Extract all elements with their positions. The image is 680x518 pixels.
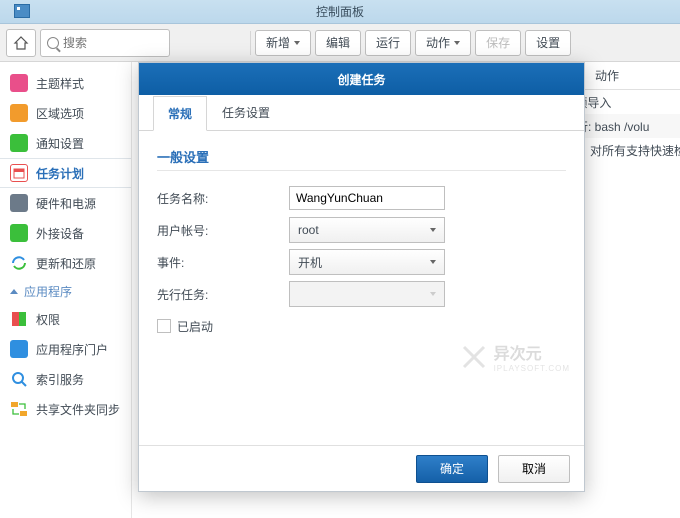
search-service-icon <box>11 371 27 387</box>
chevron-down-icon <box>430 228 436 232</box>
sidebar-group-apps[interactable]: 应用程序 <box>0 278 131 304</box>
tab-task-settings[interactable]: 任务设置 <box>207 95 285 130</box>
home-button[interactable] <box>6 29 36 57</box>
sidebar-item-external[interactable]: 外接设备 <box>0 218 131 248</box>
sidebar-item-privs[interactable]: 权限 <box>0 304 131 334</box>
enabled-checkbox[interactable] <box>157 319 171 333</box>
edit-button[interactable]: 编辑 <box>315 30 361 56</box>
table-header: 动作 <box>585 62 680 90</box>
chevron-down-icon <box>294 41 300 45</box>
sidebar: 主题样式 区域选项 通知设置 任务计划 硬件和电源 外接设备 更新和还原 应用程… <box>0 62 132 518</box>
sidebar-item-theme[interactable]: 主题样式 <box>0 68 131 98</box>
label-pretask: 先行任务: <box>157 286 289 303</box>
watermark-logo-icon <box>460 343 488 371</box>
dialog-footer: 确定 取消 <box>139 445 584 491</box>
sidebar-item-index[interactable]: 索引服务 <box>0 364 131 394</box>
sidebar-item-portal[interactable]: 应用程序门户 <box>0 334 131 364</box>
refresh-icon <box>10 254 28 272</box>
save-button[interactable]: 保存 <box>475 30 521 56</box>
pretask-select[interactable] <box>289 281 445 307</box>
sidebar-item-sharesync[interactable]: 共享文件夹同步 <box>0 394 131 424</box>
event-select[interactable]: 开机 <box>289 249 445 275</box>
label-task-name: 任务名称: <box>157 190 289 207</box>
app-icon <box>14 4 30 18</box>
dialog-tabs: 常规 任务设置 <box>139 95 584 131</box>
action-button[interactable]: 动作 <box>415 30 471 56</box>
watermark: 异次元 IPLAYSOFT.COM <box>460 340 570 373</box>
sidebar-item-hardware[interactable]: 硬件和电源 <box>0 188 131 218</box>
settings-button[interactable]: 设置 <box>525 30 571 56</box>
dialog-title: 创建任务 <box>139 63 584 95</box>
new-button[interactable]: 新增 <box>255 30 311 56</box>
sidebar-item-notify[interactable]: 通知设置 <box>0 128 131 158</box>
separator <box>250 31 251 55</box>
sidebar-item-update[interactable]: 更新和还原 <box>0 248 131 278</box>
search-icon <box>47 37 59 49</box>
label-event: 事件: <box>157 254 289 271</box>
col-action[interactable]: 动作 <box>585 67 680 84</box>
sidebar-item-region[interactable]: 区域选项 <box>0 98 131 128</box>
cancel-button[interactable]: 取消 <box>498 455 570 483</box>
chevron-down-icon <box>430 292 436 296</box>
section-title: 一般设置 <box>157 143 566 171</box>
dialog-body: 一般设置 任务名称: 用户帐号: root 事件: 开机 先行任务: 已启动 <box>139 131 584 445</box>
label-user: 用户帐号: <box>157 222 289 239</box>
home-icon <box>13 35 29 51</box>
window-title: 控制面板 <box>316 3 364 20</box>
calendar-icon <box>13 167 25 179</box>
search-box[interactable] <box>40 29 170 57</box>
chevron-down-icon <box>454 41 460 45</box>
chevron-up-icon <box>10 289 18 294</box>
task-name-input[interactable] <box>289 186 445 210</box>
ok-button[interactable]: 确定 <box>416 455 488 483</box>
run-button[interactable]: 运行 <box>365 30 411 56</box>
toolbar: 新增 编辑 运行 动作 保存 设置 <box>0 24 680 62</box>
tab-general[interactable]: 常规 <box>153 96 207 131</box>
sidebar-item-scheduler[interactable]: 任务计划 <box>0 158 131 188</box>
sync-icon <box>10 400 28 418</box>
create-task-dialog: 创建任务 常规 任务设置 一般设置 任务名称: 用户帐号: root 事件: 开… <box>138 62 585 492</box>
label-enabled: 已启动 <box>177 318 213 335</box>
chevron-down-icon <box>430 260 436 264</box>
window-titlebar: 控制面板 <box>0 0 680 24</box>
user-select[interactable]: root <box>289 217 445 243</box>
search-input[interactable] <box>63 36 153 50</box>
